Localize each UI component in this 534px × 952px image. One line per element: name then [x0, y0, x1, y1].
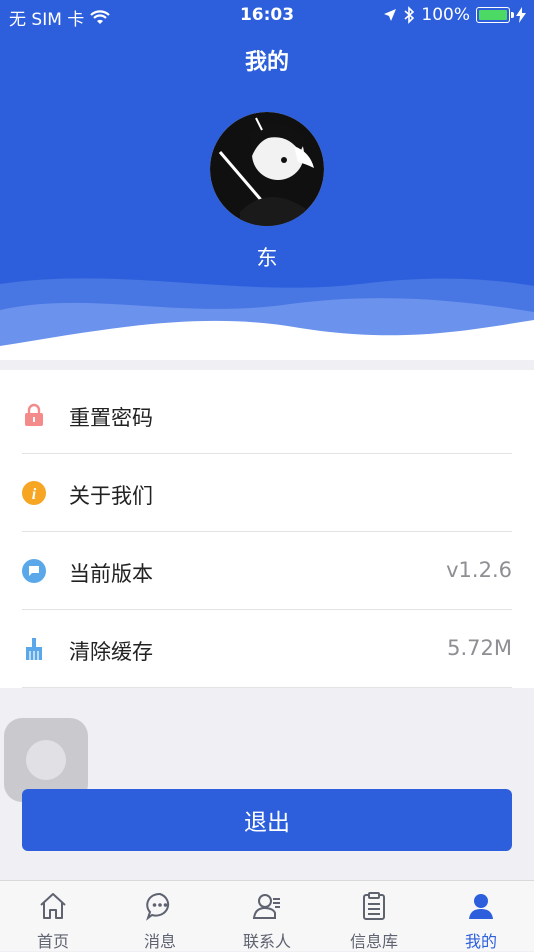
status-right: 100% [383, 5, 526, 25]
divider [22, 687, 512, 688]
wave-decoration [0, 278, 534, 360]
cache-size-value: 5.72M [447, 636, 512, 660]
clipboard-icon [363, 892, 385, 920]
home-icon [40, 893, 66, 919]
tab-contacts[interactable]: 联系人 [214, 881, 320, 951]
tab-bar: 首页 消息 联系人 信息库 我的 [0, 880, 534, 951]
charging-bolt-icon [516, 7, 526, 23]
page-title: 我的 [244, 50, 289, 75]
tab-me[interactable]: 我的 [428, 881, 534, 951]
menu-label: 清除缓存 [69, 640, 153, 664]
bluetooth-icon [404, 6, 415, 24]
menu-item-clear-cache[interactable]: 清除缓存 5.72M [0, 610, 534, 688]
tab-label: 信息库 [349, 932, 398, 951]
person-icon [469, 894, 493, 919]
avatar[interactable] [210, 112, 324, 226]
version-value: v1.2.6 [446, 558, 512, 582]
profile-header: 无 SIM 卡 16:03 100% 我的 东 [0, 0, 534, 360]
svg-text:i: i [32, 486, 37, 503]
username: 东 [256, 246, 278, 270]
message-icon [146, 892, 170, 921]
menu-label: 关于我们 [69, 484, 153, 508]
tab-label: 首页 [36, 932, 69, 951]
logout-button[interactable]: 退出 [22, 789, 512, 851]
chat-bubble-icon [22, 559, 46, 583]
assistive-touch-dot [26, 740, 66, 780]
menu-label: 重置密码 [69, 406, 153, 430]
tab-label: 我的 [464, 932, 497, 951]
menu-item-about-us[interactable]: i 关于我们 [0, 454, 534, 532]
tab-messages[interactable]: 消息 [107, 881, 213, 951]
tab-home[interactable]: 首页 [0, 881, 106, 951]
menu-item-current-version[interactable]: 当前版本 v1.2.6 [0, 532, 534, 610]
menu-label: 当前版本 [69, 562, 153, 586]
tab-label: 联系人 [242, 932, 291, 951]
broom-icon [26, 638, 42, 660]
status-bar: 无 SIM 卡 16:03 100% [0, 0, 534, 32]
info-icon: i [22, 481, 46, 505]
battery-percent: 100% [421, 5, 470, 25]
lock-icon [25, 403, 43, 426]
tab-info-library[interactable]: 信息库 [321, 881, 427, 951]
menu-item-reset-password[interactable]: 重置密码 [0, 376, 534, 454]
avatar-illustration [210, 112, 324, 226]
location-arrow-icon [384, 9, 397, 21]
settings-menu: 重置密码 i 关于我们 当前版本 v1.2.6 清除缓存 5.72M [0, 370, 534, 688]
contacts-icon [252, 894, 280, 919]
tab-label: 消息 [143, 932, 176, 951]
battery-icon [476, 7, 514, 23]
